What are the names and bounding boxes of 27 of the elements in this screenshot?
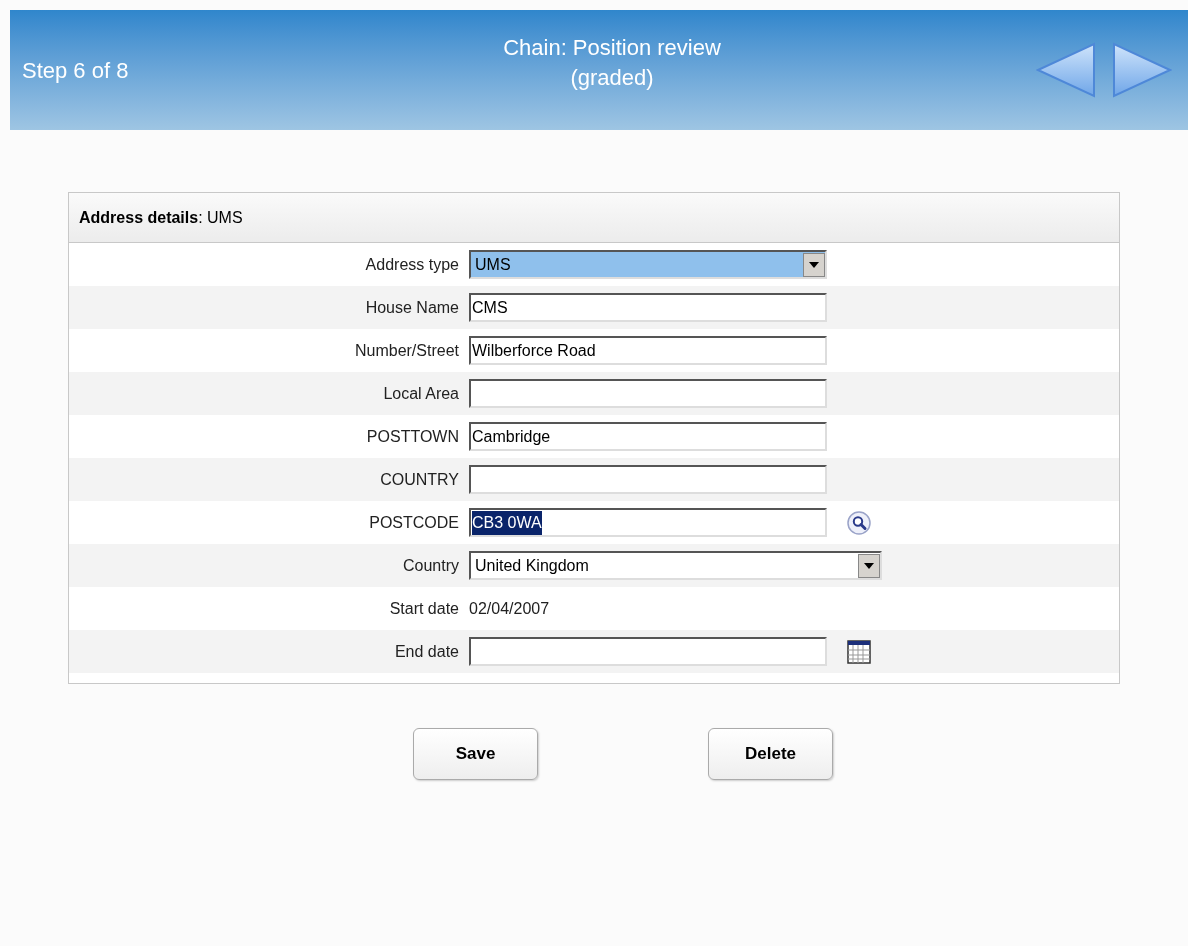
input-field[interactable]: Cambridge [469, 422, 827, 451]
field-label: COUNTRY [379, 469, 460, 490]
input-field[interactable]: CB3 0WA [469, 508, 827, 537]
calendar-icon[interactable] [847, 639, 871, 664]
input-field[interactable] [469, 637, 827, 666]
input-field[interactable] [469, 465, 827, 494]
field-label: POSTTOWN [365, 426, 460, 447]
action-button[interactable]: Save [413, 728, 538, 780]
dropdown-field[interactable]: United Kingdom [469, 551, 882, 580]
field-label: End date [393, 641, 460, 662]
field-label: Address type [364, 254, 460, 275]
chain-title: Chain: Position review (graded) [502, 34, 722, 92]
search-icon[interactable] [847, 510, 871, 535]
input-field[interactable]: Wilberforce Road [469, 336, 827, 365]
field-label: Country [401, 555, 460, 576]
field-label: Number/Street [353, 340, 460, 361]
field-label: House Name [364, 297, 460, 318]
input-field[interactable]: CMS [469, 293, 827, 322]
panel-title: Address details: UMS [79, 207, 243, 228]
input-field[interactable] [469, 379, 827, 408]
field-label: Start date [388, 598, 460, 619]
field-label: Local Area [382, 383, 460, 404]
field-value: 02/04/2007 [469, 598, 550, 619]
field-label: POSTCODE [368, 512, 460, 533]
dropdown-field[interactable]: UMS [469, 250, 827, 279]
step-indicator: Step 6 of 8 [22, 56, 130, 85]
action-button[interactable]: Delete [708, 728, 833, 780]
